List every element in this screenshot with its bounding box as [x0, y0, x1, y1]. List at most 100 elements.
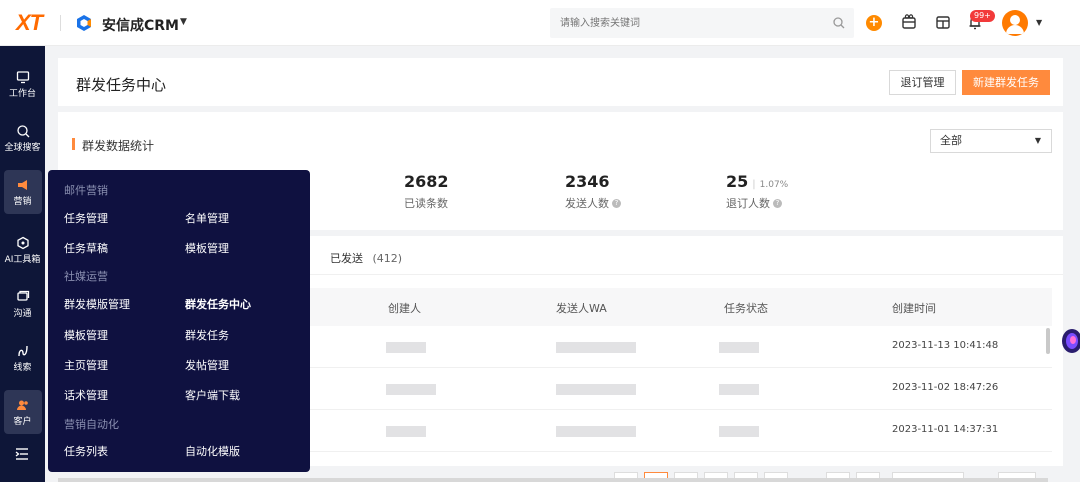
sidebar-item-label: 沟通 [13, 309, 32, 319]
vertical-scrollbar[interactable] [1046, 328, 1050, 354]
active-highlight [4, 390, 42, 434]
blurred-sender [556, 426, 636, 437]
help-icon[interactable]: ? [773, 198, 782, 208]
menu-item-automation-templates[interactable]: 自动化模版 [185, 443, 240, 459]
menu-item-client-download[interactable]: 客户端下载 [185, 387, 240, 403]
menu-item-template-management-social[interactable]: 模板管理 [64, 327, 108, 343]
tab-count: (412) [372, 252, 403, 265]
menu-section-title: 邮件营销 [64, 184, 108, 197]
user-icon [1006, 15, 1024, 34]
top-bar: XT 安信成CRM ▼ + 99+ ▼ [0, 0, 1080, 46]
gift-icon[interactable] [900, 13, 918, 31]
sidebar-item-label: 客户 [13, 417, 32, 427]
global-search [550, 8, 854, 38]
page-header: 群发任务中心 退订管理 新建群发任务 [58, 58, 1063, 106]
stats-filter-select[interactable]: 全部 ▼ [930, 129, 1052, 153]
section-title: 群发数据统计 [82, 139, 155, 153]
stat-unsubscribed: 25 | 1.07% 退订人数? [726, 172, 788, 211]
brand-logo-icon [77, 15, 91, 31]
menu-item-broadcast-template-management[interactable]: 群发模版管理 [64, 296, 130, 312]
sidebar-item-label: AI工具箱 [4, 255, 41, 265]
menu-item-template-management[interactable]: 模板管理 [185, 240, 229, 256]
menu-item-broadcast-tasks[interactable]: 群发任务 [185, 327, 229, 343]
column-header-created-time: 创建时间 [892, 302, 936, 315]
assistant-orb-icon[interactable] [1058, 326, 1080, 356]
chevron-down-icon: ▼ [1034, 136, 1041, 145]
stat-value: 2346 [565, 172, 610, 191]
globe-search-icon [16, 125, 29, 138]
menu-section-title: 社媒运营 [64, 270, 108, 283]
sidebar-item-customers[interactable]: 客户 [0, 390, 45, 438]
active-highlight [4, 170, 42, 214]
chat-icon [16, 290, 29, 301]
section-accent-bar [72, 138, 75, 150]
megaphone-icon [17, 180, 27, 190]
sidebar-item-leads[interactable]: 线索 [0, 336, 45, 384]
sidebar-item-workbench[interactable]: 工作台 [0, 62, 45, 110]
search-icon[interactable] [832, 16, 846, 30]
xt-logo[interactable]: XT [16, 10, 43, 36]
notification-badge: 99+ [970, 10, 995, 22]
menu-item-task-drafts[interactable]: 任务草稿 [64, 240, 108, 256]
horizontal-scrollbar[interactable] [58, 478, 1048, 482]
blurred-sender [556, 384, 636, 395]
cell-created-time: 2023-11-02 18:47:26 [892, 382, 999, 393]
ai-box-icon [16, 236, 29, 250]
menu-item-task-management[interactable]: 任务管理 [64, 210, 108, 226]
chevron-down-icon[interactable]: ▼ [1036, 18, 1042, 27]
blurred-sender [556, 342, 636, 353]
search-input[interactable] [550, 8, 820, 38]
stat-label: 发送人数 [565, 197, 609, 210]
sidebar-item-label: 全球搜客 [4, 143, 41, 153]
cell-created-time: 2023-11-13 10:41:48 [892, 340, 999, 351]
stat-label: 退订人数 [726, 197, 770, 210]
menu-item-post-management[interactable]: 发帖管理 [185, 357, 229, 373]
customer-icon [16, 400, 28, 410]
sidebar-item-label: 营销 [13, 197, 32, 207]
stat-read-count: 2682 已读条数 [404, 172, 449, 211]
marketing-flyout-menu: 邮件营销 任务管理 名单管理 任务草稿 模板管理 社媒运营 群发模版管理 群发任… [48, 170, 310, 472]
avatar[interactable] [1002, 10, 1028, 36]
sidebar-item-global-search[interactable]: 全球搜客 [0, 116, 45, 164]
monitor-icon [16, 71, 29, 84]
sidebar-item-ai-toolbox[interactable]: AI工具箱 [0, 228, 45, 276]
blurred-creator [386, 426, 426, 437]
sidebar-item-label: 线索 [13, 363, 32, 373]
menu-item-list-management[interactable]: 名单管理 [185, 210, 229, 226]
divider [60, 15, 61, 31]
column-header-sender-wa: 发送人WA [556, 302, 607, 315]
menu-item-broadcast-task-center[interactable]: 群发任务中心 [185, 296, 251, 312]
sidebar-item-marketing[interactable]: 营销 [0, 170, 45, 218]
chevron-down-icon[interactable]: ▼ [180, 17, 187, 27]
stat-value: 25 [726, 172, 749, 191]
column-header-task-status: 任务状态 [724, 302, 768, 315]
workspace-name[interactable]: 安信成CRM [102, 15, 179, 35]
blurred-status [719, 342, 759, 353]
blurred-status [719, 384, 759, 395]
separator: | [752, 179, 756, 190]
blurred-creator [386, 384, 436, 395]
sidebar-item-communication[interactable]: 沟通 [0, 282, 45, 330]
menu-collapse-icon[interactable] [14, 446, 30, 462]
stat-label: 已读条数 [404, 197, 448, 210]
blurred-creator [386, 342, 426, 353]
tab-label: 已发送 [330, 252, 363, 265]
tab-sent[interactable]: 已发送 (412) [330, 250, 402, 266]
add-icon[interactable]: + [866, 15, 882, 31]
new-broadcast-task-button[interactable]: 新建群发任务 [962, 70, 1050, 95]
menu-item-script-management[interactable]: 话术管理 [64, 387, 108, 403]
menu-item-homepage-management[interactable]: 主页管理 [64, 357, 108, 373]
stat-percent: 1.07% [759, 180, 789, 190]
column-header-creator: 创建人 [388, 302, 421, 315]
menu-item-task-list[interactable]: 任务列表 [64, 443, 108, 459]
page-title: 群发任务中心 [76, 76, 167, 94]
help-icon[interactable]: ? [612, 198, 621, 208]
lead-icon [17, 345, 28, 357]
cell-created-time: 2023-11-01 14:37:31 [892, 424, 999, 435]
calendar-icon[interactable] [934, 13, 952, 31]
unsubscribe-management-button[interactable]: 退订管理 [889, 70, 956, 95]
sidebar-item-label: 工作台 [8, 89, 36, 99]
menu-section-title: 营销自动化 [64, 418, 119, 431]
stat-value: 2682 [404, 172, 449, 191]
blurred-status [719, 426, 759, 437]
